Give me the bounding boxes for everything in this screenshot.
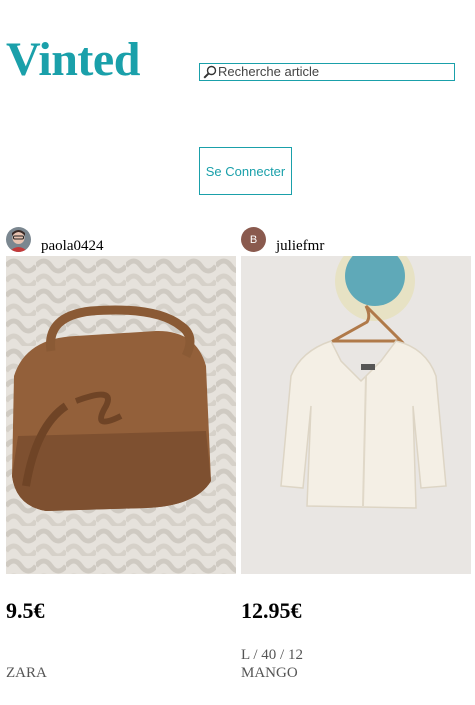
seller-username[interactable]: paola0424 [41,238,103,255]
seller-info[interactable]: B juliefmr [241,226,472,256]
item-photo[interactable] [6,256,236,574]
search-icon [200,64,218,80]
avatar[interactable]: B [241,227,266,252]
item-brand: ZARA [6,665,47,681]
seller-username[interactable]: juliefmr [276,238,324,255]
vinted-logo[interactable]: Vinted [6,30,140,90]
item-card[interactable]: paola0424 9.5€ ZARA [6,226,237,681]
seller-info[interactable]: paola0424 [6,226,237,256]
item-photo[interactable] [241,256,471,574]
search-placeholder: Recherche article [218,64,320,79]
item-brand: MANGO [241,665,298,681]
login-button[interactable]: Se Connecter [199,147,292,195]
item-price: 9.5€ [6,598,45,623]
item-card[interactable]: B juliefmr 12.95€ L / 40 / 12 MANGO [241,226,472,681]
search-input[interactable]: Recherche article [199,63,455,81]
item-price: 12.95€ [241,598,302,623]
avatar[interactable] [6,227,31,252]
item-size: L / 40 / 12 [241,647,303,663]
